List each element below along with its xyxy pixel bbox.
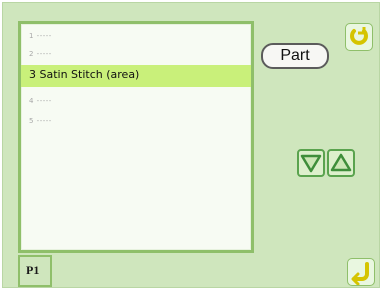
stitch-list: 1 ----- 2 ----- 3 Satin Stitch (area) 4 … <box>18 21 254 253</box>
rotate-button[interactable] <box>345 23 373 51</box>
triangle-up-icon <box>330 153 352 172</box>
list-item-label: 1 ----- <box>29 32 52 40</box>
device-screen: 1 ----- 2 ----- 3 Satin Stitch (area) 4 … <box>2 2 380 288</box>
tab-p1[interactable]: P1 <box>18 255 52 287</box>
list-item[interactable]: 5 ----- <box>21 111 251 133</box>
return-button[interactable] <box>347 258 375 286</box>
return-icon <box>351 262 369 286</box>
part-button-label: Part <box>280 47 310 64</box>
list-item-label: 4 ----- <box>29 97 52 105</box>
tab-label: P1 <box>26 263 40 277</box>
move-down-button[interactable] <box>297 149 325 177</box>
move-up-button[interactable] <box>327 149 355 177</box>
list-item-label: 3 Satin Stitch (area) <box>29 68 140 81</box>
part-button[interactable]: Part <box>261 43 329 69</box>
list-item-selected[interactable]: 3 Satin Stitch (area) <box>21 65 251 87</box>
list-item[interactable]: 2 ----- <box>21 44 251 66</box>
list-item-label: 5 ----- <box>29 117 52 125</box>
rotate-icon <box>350 27 368 45</box>
list-item[interactable]: 4 ----- <box>21 91 251 113</box>
list-item-label: 2 ----- <box>29 50 52 58</box>
triangle-down-icon <box>300 154 322 173</box>
